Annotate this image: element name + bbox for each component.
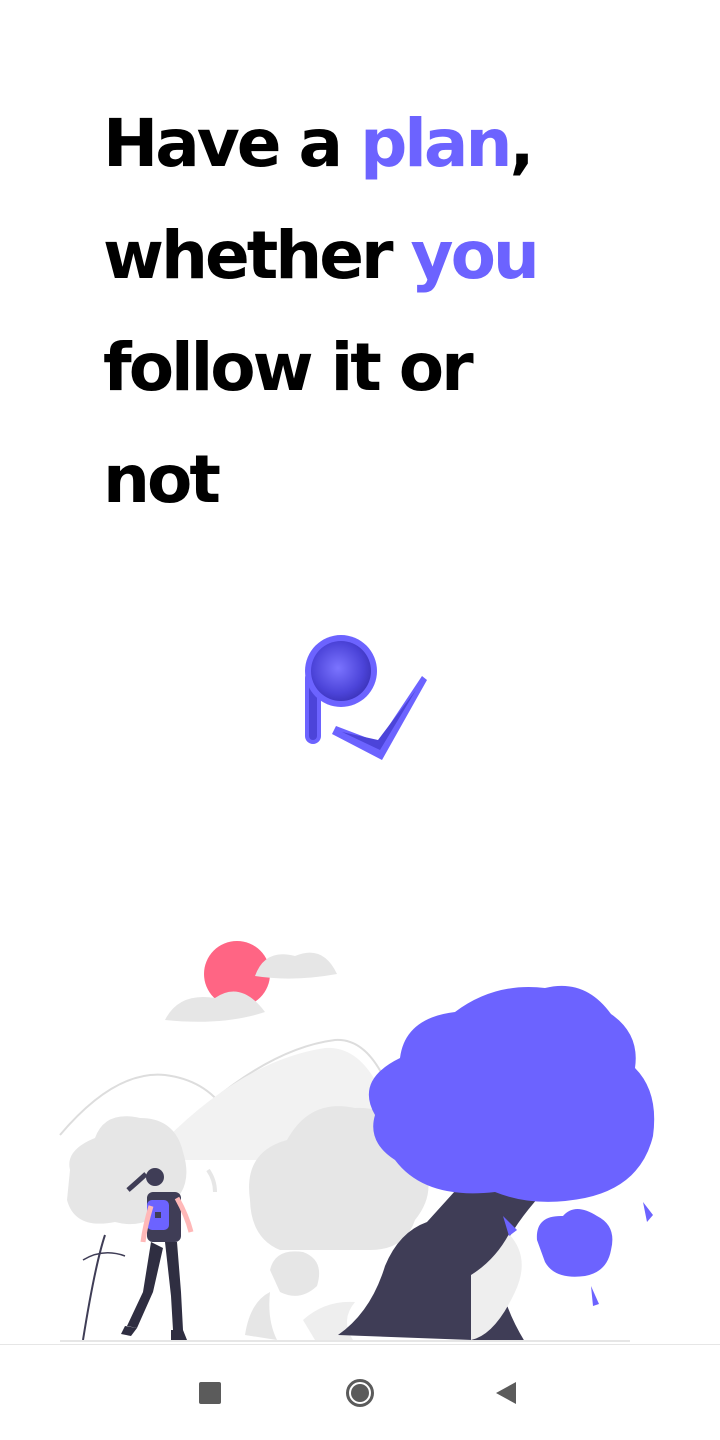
- headline-line-2-prefix: whether: [103, 217, 411, 294]
- hiker-forest-illustration: [59, 941, 655, 1342]
- headline-line-4: not: [103, 441, 221, 518]
- back-button[interactable]: [478, 1365, 534, 1421]
- headline-accent-you: you: [410, 217, 540, 294]
- circle-icon: [346, 1379, 374, 1407]
- square-icon: [199, 1382, 221, 1404]
- headline-line-1-suffix: ,: [509, 105, 534, 182]
- pin-check-logo-icon: [305, 635, 427, 760]
- headline-line-2: whether you: [103, 200, 663, 312]
- headline-accent-plan: plan: [360, 105, 512, 182]
- triangle-back-icon: [496, 1382, 516, 1404]
- system-navigation-bar: [0, 1344, 720, 1440]
- headline-line-1-prefix: Have a: [103, 105, 361, 182]
- headline-line-1: Have a plan,: [103, 88, 663, 200]
- headline-line-3: follow it or: [103, 329, 474, 406]
- headline: Have a plan, whether you follow it or no…: [103, 88, 663, 536]
- recents-button[interactable]: [182, 1365, 238, 1421]
- onboarding-screen: Have a plan, whether you follow it or no…: [0, 0, 720, 1440]
- home-button[interactable]: [332, 1365, 388, 1421]
